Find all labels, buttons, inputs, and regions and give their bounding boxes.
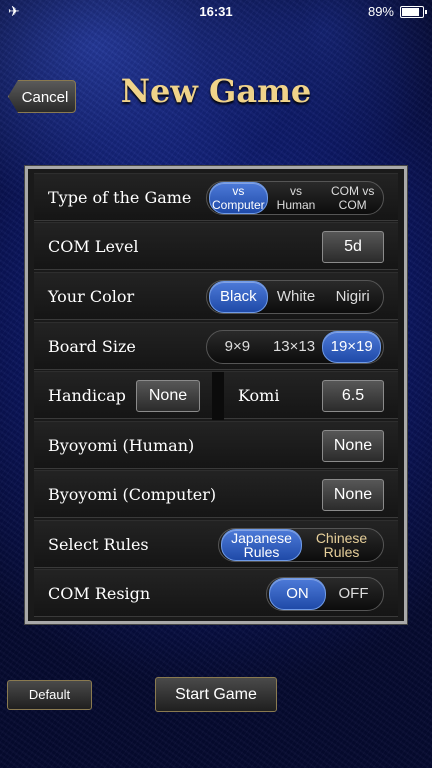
row-com-level: COM Level 5d — [34, 222, 398, 270]
option-white[interactable]: White — [268, 282, 325, 312]
com-level-button[interactable]: 5d — [322, 231, 384, 263]
row-com-resign: COM Resign ON OFF — [34, 569, 398, 617]
page-title: New Game — [120, 72, 312, 110]
option-nigiri[interactable]: Nigiri — [324, 282, 381, 312]
game-type-selector: vs Computer vs Human COM vs COM — [206, 181, 384, 215]
row-board-size: Board Size 9×9 13×13 19×19 — [34, 322, 398, 370]
select-rules-label: Select Rules — [48, 535, 149, 554]
option-vs-computer[interactable]: vs Computer — [209, 182, 268, 214]
battery-icon — [400, 6, 427, 18]
com-resign-toggle: ON OFF — [266, 577, 384, 611]
divider — [212, 372, 224, 420]
battery-percent: 89% — [367, 4, 394, 19]
option-on[interactable]: ON — [269, 578, 326, 610]
option-com-vs-com[interactable]: COM vs COM — [324, 183, 381, 213]
byoyomi-human-label: Byoyomi (Human) — [48, 436, 195, 455]
option-9x9[interactable]: 9×9 — [209, 332, 266, 362]
byoyomi-human-button[interactable]: None — [322, 430, 384, 462]
default-button[interactable]: Default — [7, 680, 92, 710]
option-black[interactable]: Black — [209, 281, 268, 313]
byoyomi-computer-label: Byoyomi (Computer) — [48, 485, 217, 504]
row-your-color: Your Color Black White Nigiri — [34, 272, 398, 320]
board-size-selector: 9×9 13×13 19×19 — [206, 330, 384, 364]
option-chinese-rules[interactable]: Chinese Rules — [302, 530, 381, 560]
handicap-label: Handicap — [48, 386, 126, 405]
rules-selector: Japanese Rules Chinese Rules — [218, 528, 384, 562]
byoyomi-computer-button[interactable]: None — [322, 479, 384, 511]
option-vs-human[interactable]: vs Human — [268, 183, 325, 213]
com-resign-label: COM Resign — [48, 584, 151, 603]
option-japanese-rules[interactable]: Japanese Rules — [221, 529, 302, 561]
your-color-label: Your Color — [48, 287, 135, 306]
board-size-label: Board Size — [48, 337, 136, 356]
komi-label: Komi — [238, 386, 280, 405]
your-color-selector: Black White Nigiri — [206, 280, 384, 314]
settings-panel: Type of the Game vs Computer vs Human COM … — [24, 165, 408, 625]
start-game-button[interactable]: Start Game — [155, 677, 277, 712]
row-game-type: Type of the Game vs Computer vs Human COM … — [34, 173, 398, 221]
komi-button[interactable]: 6.5 — [322, 380, 384, 412]
row-byoyomi-human: Byoyomi (Human) None — [34, 421, 398, 469]
row-handicap-komi: Handicap None Komi 6.5 — [34, 371, 398, 420]
row-byoyomi-computer: Byoyomi (Computer) None — [34, 470, 398, 518]
game-type-label: Type of the Game — [48, 188, 192, 207]
option-off[interactable]: OFF — [326, 579, 381, 609]
option-19x19[interactable]: 19×19 — [322, 331, 382, 363]
option-13x13[interactable]: 13×13 — [266, 332, 323, 362]
row-select-rules: Select Rules Japanese Rules Chinese Rules — [34, 520, 398, 568]
com-level-label: COM Level — [48, 237, 139, 256]
status-bar: ✈ 16:31 89% — [0, 0, 432, 22]
handicap-button[interactable]: None — [136, 380, 200, 412]
